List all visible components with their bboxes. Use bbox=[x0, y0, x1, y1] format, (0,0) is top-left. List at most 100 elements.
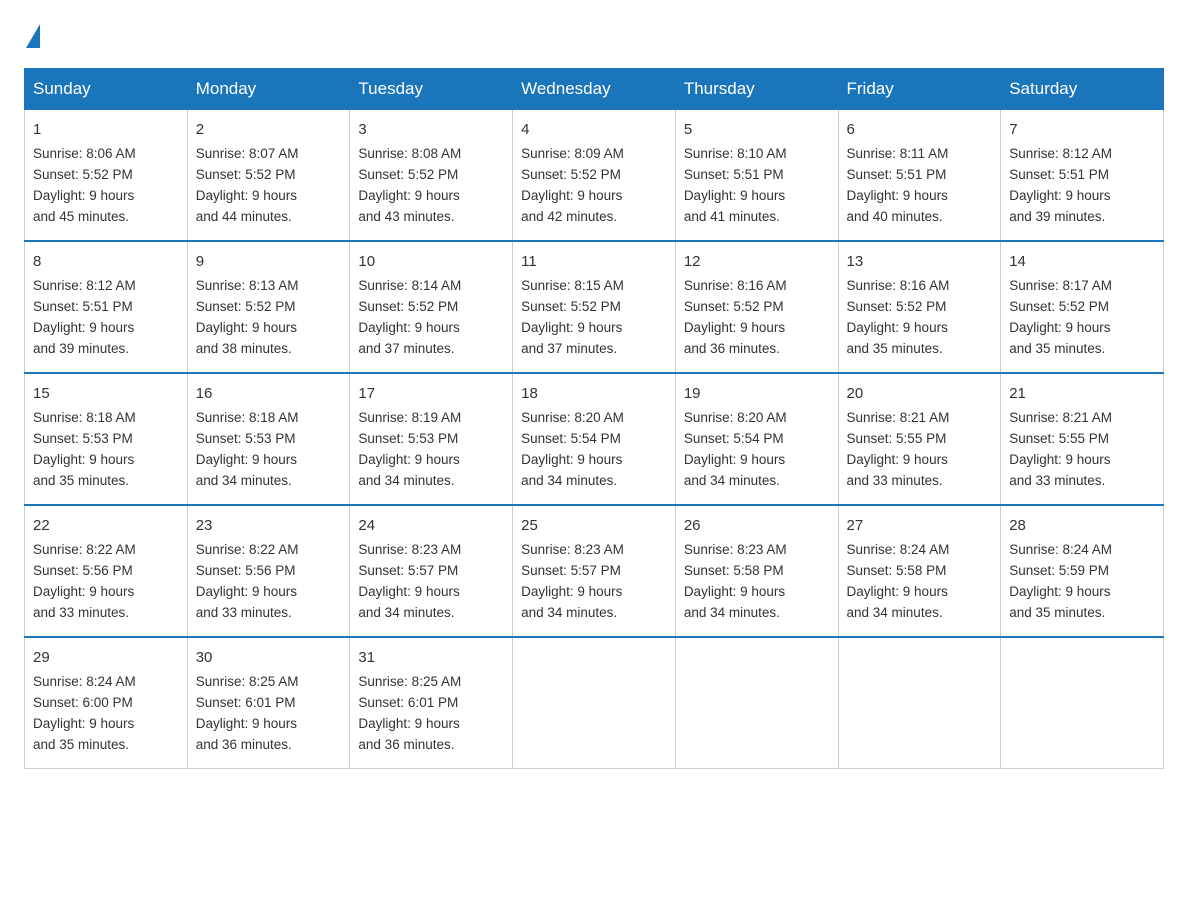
daylight-text: Daylight: 9 hoursand 35 minutes. bbox=[1009, 320, 1110, 356]
daylight-text: Daylight: 9 hoursand 34 minutes. bbox=[521, 452, 622, 488]
logo bbox=[24, 24, 42, 48]
calendar-cell: 21Sunrise: 8:21 AMSunset: 5:55 PMDayligh… bbox=[1001, 373, 1164, 505]
sunrise-text: Sunrise: 8:18 AM bbox=[33, 410, 136, 425]
daylight-text: Daylight: 9 hoursand 35 minutes. bbox=[33, 452, 134, 488]
daylight-text: Daylight: 9 hoursand 35 minutes. bbox=[1009, 584, 1110, 620]
day-number: 2 bbox=[196, 118, 342, 141]
sunrise-text: Sunrise: 8:10 AM bbox=[684, 146, 787, 161]
column-header-saturday: Saturday bbox=[1001, 69, 1164, 110]
sunset-text: Sunset: 5:52 PM bbox=[521, 299, 621, 314]
day-number: 22 bbox=[33, 514, 179, 537]
sunset-text: Sunset: 6:01 PM bbox=[358, 695, 458, 710]
daylight-text: Daylight: 9 hoursand 40 minutes. bbox=[847, 188, 948, 224]
daylight-text: Daylight: 9 hoursand 34 minutes. bbox=[358, 452, 459, 488]
sunrise-text: Sunrise: 8:19 AM bbox=[358, 410, 461, 425]
sunset-text: Sunset: 5:52 PM bbox=[196, 167, 296, 182]
day-number: 16 bbox=[196, 382, 342, 405]
sunrise-text: Sunrise: 8:20 AM bbox=[521, 410, 624, 425]
calendar-cell: 23 Sunrise: 8:22 AM Sunset: 5:56 PM Dayligh… bbox=[187, 505, 350, 637]
sunrise-text: Sunrise: 8:22 AM bbox=[196, 542, 299, 557]
calendar-cell: 26Sunrise: 8:23 AMSunset: 5:58 PMDayligh… bbox=[675, 505, 838, 637]
sunrise-text: Sunrise: 8:23 AM bbox=[684, 542, 787, 557]
calendar-cell: 27Sunrise: 8:24 AMSunset: 5:58 PMDayligh… bbox=[838, 505, 1001, 637]
week-row-5: 29 Sunrise: 8:24 AM Sunset: 6:00 PM Dayligh… bbox=[25, 637, 1164, 768]
sunset-text: Sunset: 5:51 PM bbox=[1009, 167, 1109, 182]
day-number: 18 bbox=[521, 382, 667, 405]
day-number: 7 bbox=[1009, 118, 1155, 141]
calendar-cell: 4Sunrise: 8:09 AMSunset: 5:52 PMDaylight… bbox=[513, 110, 676, 241]
sunset-text: Sunset: 6:00 PM bbox=[33, 695, 133, 710]
sunset-text: Sunset: 5:52 PM bbox=[1009, 299, 1109, 314]
daylight-text: Daylight: 9 hoursand 35 minutes. bbox=[33, 716, 134, 752]
daylight-text: Daylight: 9 hoursand 33 minutes. bbox=[33, 584, 134, 620]
calendar-cell: 3Sunrise: 8:08 AMSunset: 5:52 PMDaylight… bbox=[350, 110, 513, 241]
calendar-cell bbox=[675, 637, 838, 768]
column-header-thursday: Thursday bbox=[675, 69, 838, 110]
daylight-text: Daylight: 9 hoursand 34 minutes. bbox=[684, 584, 785, 620]
sunset-text: Sunset: 5:55 PM bbox=[1009, 431, 1109, 446]
day-number: 29 bbox=[33, 646, 179, 669]
sunset-text: Sunset: 5:53 PM bbox=[196, 431, 296, 446]
sunrise-text: Sunrise: 8:25 AM bbox=[358, 674, 461, 689]
day-number: 12 bbox=[684, 250, 830, 273]
calendar-cell: 14 Sunrise: 8:17 AM Sunset: 5:52 PM Dayligh… bbox=[1001, 241, 1164, 373]
sunrise-text: Sunrise: 8:09 AM bbox=[521, 146, 624, 161]
calendar-cell bbox=[513, 637, 676, 768]
sunset-text: Sunset: 5:54 PM bbox=[521, 431, 621, 446]
sunset-text: Sunset: 5:57 PM bbox=[521, 563, 621, 578]
daylight-text: Daylight: 9 hoursand 35 minutes. bbox=[847, 320, 948, 356]
sunrise-text: Sunrise: 8:12 AM bbox=[33, 278, 136, 293]
calendar-cell: 17Sunrise: 8:19 AMSunset: 5:53 PMDayligh… bbox=[350, 373, 513, 505]
sunrise-text: Sunrise: 8:24 AM bbox=[1009, 542, 1112, 557]
day-number: 23 bbox=[196, 514, 342, 537]
sunrise-text: Sunrise: 8:16 AM bbox=[684, 278, 787, 293]
sunrise-text: Sunrise: 8:17 AM bbox=[1009, 278, 1112, 293]
column-header-tuesday: Tuesday bbox=[350, 69, 513, 110]
sunrise-text: Sunrise: 8:23 AM bbox=[358, 542, 461, 557]
calendar-cell: 9Sunrise: 8:13 AMSunset: 5:52 PMDaylight… bbox=[187, 241, 350, 373]
day-number: 10 bbox=[358, 250, 504, 273]
sunrise-text: Sunrise: 8:24 AM bbox=[33, 674, 136, 689]
column-header-monday: Monday bbox=[187, 69, 350, 110]
column-header-friday: Friday bbox=[838, 69, 1001, 110]
sunset-text: Sunset: 5:57 PM bbox=[358, 563, 458, 578]
calendar-cell: 13Sunrise: 8:16 AMSunset: 5:52 PMDayligh… bbox=[838, 241, 1001, 373]
day-number: 24 bbox=[358, 514, 504, 537]
sunrise-text: Sunrise: 8:20 AM bbox=[684, 410, 787, 425]
daylight-text: Daylight: 9 hoursand 34 minutes. bbox=[521, 584, 622, 620]
sunset-text: Sunset: 5:58 PM bbox=[684, 563, 784, 578]
calendar-cell: 24Sunrise: 8:23 AMSunset: 5:57 PMDayligh… bbox=[350, 505, 513, 637]
daylight-text: Daylight: 9 hoursand 44 minutes. bbox=[196, 188, 297, 224]
day-number: 14 bbox=[1009, 250, 1155, 273]
calendar-cell bbox=[838, 637, 1001, 768]
sunset-text: Sunset: 5:52 PM bbox=[358, 299, 458, 314]
daylight-text: Daylight: 9 hoursand 37 minutes. bbox=[358, 320, 459, 356]
calendar-cell bbox=[1001, 637, 1164, 768]
calendar-cell: 2Sunrise: 8:07 AMSunset: 5:52 PMDaylight… bbox=[187, 110, 350, 241]
day-number: 21 bbox=[1009, 382, 1155, 405]
day-number: 19 bbox=[684, 382, 830, 405]
calendar-cell: 7Sunrise: 8:12 AMSunset: 5:51 PMDaylight… bbox=[1001, 110, 1164, 241]
column-header-sunday: Sunday bbox=[25, 69, 188, 110]
day-number: 9 bbox=[196, 250, 342, 273]
daylight-text: Daylight: 9 hoursand 43 minutes. bbox=[358, 188, 459, 224]
sunrise-text: Sunrise: 8:24 AM bbox=[847, 542, 950, 557]
sunset-text: Sunset: 5:59 PM bbox=[1009, 563, 1109, 578]
sunrise-text: Sunrise: 8:06 AM bbox=[33, 146, 136, 161]
calendar-cell: 22Sunrise: 8:22 AMSunset: 5:56 PMDayligh… bbox=[25, 505, 188, 637]
day-number: 8 bbox=[33, 250, 179, 273]
calendar-cell: 10Sunrise: 8:14 AMSunset: 5:52 PMDayligh… bbox=[350, 241, 513, 373]
sunset-text: Sunset: 5:56 PM bbox=[196, 563, 296, 578]
calendar-cell: 30Sunrise: 8:25 AMSunset: 6:01 PMDayligh… bbox=[187, 637, 350, 768]
calendar-cell: 15Sunrise: 8:18 AMSunset: 5:53 PMDayligh… bbox=[25, 373, 188, 505]
daylight-text: Daylight: 9 hoursand 37 minutes. bbox=[521, 320, 622, 356]
daylight-text: Daylight: 9 hoursand 41 minutes. bbox=[684, 188, 785, 224]
daylight-text: Daylight: 9 hoursand 36 minutes. bbox=[196, 716, 297, 752]
sunrise-text: Sunrise: 8:18 AM bbox=[196, 410, 299, 425]
sunrise-text: Sunrise: 8:22 AM bbox=[33, 542, 136, 557]
daylight-text: Daylight: 9 hoursand 33 minutes. bbox=[196, 584, 297, 620]
sunrise-text: Sunrise: 8:16 AM bbox=[847, 278, 950, 293]
calendar-cell: 19Sunrise: 8:20 AMSunset: 5:54 PMDayligh… bbox=[675, 373, 838, 505]
day-number: 6 bbox=[847, 118, 993, 141]
day-number: 4 bbox=[521, 118, 667, 141]
